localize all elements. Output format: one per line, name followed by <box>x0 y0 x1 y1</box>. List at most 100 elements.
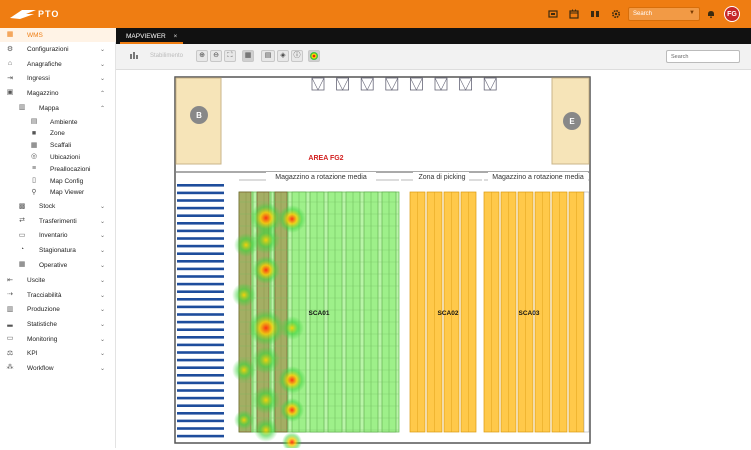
map-toolbar: Stabilimento ⊕ ⊖ ⛶ ▦ ▤ ◈ ⓘ Search <box>116 44 751 70</box>
doc-icon: ▯ <box>32 177 36 184</box>
dock-lane <box>177 427 224 430</box>
login-icon: ⇥ <box>7 74 13 82</box>
map-canvas[interactable]: B E AREA FG2 Magazzino a rotazione media… <box>116 70 751 450</box>
bell-icon[interactable] <box>706 9 716 19</box>
heat-spot <box>254 418 278 442</box>
sidebar-item-workflow[interactable]: ⁂ Workflow ⌄ <box>0 361 116 375</box>
sidebar-item-monitoring[interactable]: ▭ Monitoring ⌄ <box>0 332 116 346</box>
sidebar-item-magazzino[interactable]: ▣ Magazzino ⌃ <box>0 86 116 100</box>
heat-spot <box>278 205 306 233</box>
building-icon: ▤ <box>30 118 38 125</box>
pin-icon: ⚲ <box>31 188 37 196</box>
map-search-input[interactable]: Search <box>666 50 740 63</box>
settings-icon[interactable] <box>611 9 621 19</box>
logout-icon: ⇤ <box>7 276 13 284</box>
tag-icon: ⌂ <box>7 60 13 68</box>
sidebar-item-uscite[interactable]: ⇤ Uscite ⌄ <box>0 274 116 288</box>
dock-lane <box>177 199 224 202</box>
chevron-down-icon: ⌄ <box>100 61 106 68</box>
dock-door <box>483 77 497 91</box>
sidebar-item-configurazioni[interactable]: ⚙ Configurazioni ⌄ <box>0 43 116 57</box>
dock-door <box>385 77 399 91</box>
sidebar-item-label: Workflow <box>27 364 54 372</box>
dock-lane <box>177 206 224 210</box>
door-e-label: E <box>569 117 575 126</box>
sidebar-item-map-viewer[interactable]: ⚲ Map Viewer <box>0 186 116 200</box>
warehouse-icon: ▣ <box>6 89 14 97</box>
sidebar-item-kpi[interactable]: ⚖ KPI ⌄ <box>0 347 116 361</box>
columns-icon[interactable] <box>590 9 600 19</box>
chevron-down-icon: ⌄ <box>100 247 106 254</box>
map-icon: ▥ <box>18 104 26 111</box>
chevron-down-icon: ⌄ <box>100 351 106 358</box>
tab-mapviewer[interactable]: MAPVIEWER × <box>120 30 184 44</box>
calendar-icon[interactable] <box>569 9 579 19</box>
sidebar-item-label: Ubicazioni <box>50 153 80 161</box>
heat-spot <box>280 398 304 422</box>
dock-lane <box>177 184 224 187</box>
chevron-down-icon: ⌄ <box>100 336 106 343</box>
grid-view-icon[interactable]: ▦ <box>242 50 254 62</box>
sidebar-item-label: Map Viewer <box>50 189 85 197</box>
global-search-input[interactable]: Search ▼ <box>628 7 700 21</box>
sidebar-item-label: Produzione <box>27 306 60 314</box>
sidebar-item-tracciabilit-[interactable]: ⇢ Tracciabilità ⌄ <box>0 288 116 302</box>
edge-column <box>583 191 590 433</box>
aisle-sca03-label: SCA03 <box>519 310 540 317</box>
sidebar-item-label: Map Config <box>50 177 84 185</box>
chevron-up-icon: ⌃ <box>100 90 106 97</box>
zone-3-label: Magazzino a rotazione media <box>492 174 584 181</box>
workflow-icon: ⁂ <box>6 364 14 372</box>
warehouse-map[interactable]: B E AREA FG2 Magazzino a rotazione media… <box>116 70 751 450</box>
chevron-down-icon: ⌄ <box>100 47 106 54</box>
zoom-in-icon[interactable]: ⊕ <box>196 50 208 62</box>
fit-screen-icon[interactable]: ⛶ <box>224 50 236 62</box>
sidebar-item-wms[interactable]: ▦ WMS <box>0 28 116 42</box>
square-icon: ■ <box>31 129 37 137</box>
stabilimento-filter[interactable]: Stabilimento <box>150 53 183 59</box>
list-icon: ≡ <box>31 165 37 173</box>
dock-lane <box>177 214 224 217</box>
zone-2-label: Zona di picking <box>418 174 465 181</box>
sidebar-item-stagionatura[interactable]: ◔ Stagionatura ⌄ <box>0 243 116 257</box>
sidebar-item-inventario[interactable]: ▭ Inventario ⌄ <box>0 229 116 243</box>
sidebar-item-label: Magazzino <box>27 89 59 97</box>
sidebar-item-mappa[interactable]: ▥ Mappa ⌃ <box>0 101 116 115</box>
sidebar-item-label: Scaffali <box>50 142 72 150</box>
shelf-icon: ▦ <box>30 141 38 149</box>
dock-lane <box>177 358 224 362</box>
sidebar-item-anagrafiche[interactable]: ⌂ Anagrafiche ⌄ <box>0 57 116 71</box>
monitor-icon[interactable] <box>548 9 558 19</box>
sidebar-item-label: Operative <box>39 261 68 269</box>
sidebar-item-produzione[interactable]: ▥ Produzione ⌄ <box>0 303 116 317</box>
app-logo[interactable]: PTO <box>10 6 59 22</box>
dock-lane <box>177 267 224 271</box>
logo-text: PTO <box>38 9 60 19</box>
chevron-down-icon: ⌄ <box>100 233 106 240</box>
layers-dropdown-icon[interactable]: ▤ <box>261 50 275 62</box>
sidebar-item-trasferimenti[interactable]: ⇄ Trasferimenti ⌄ <box>0 214 116 228</box>
sidebar-item-stock[interactable]: ▩ Stock ⌄ <box>0 200 116 214</box>
warehouse-icon[interactable] <box>128 50 140 62</box>
tab-bar: MAPVIEWER × <box>116 28 751 44</box>
sidebar-item-ingressi[interactable]: ⇥ Ingressi ⌄ <box>0 72 116 86</box>
clipboard-icon: ▭ <box>18 231 26 239</box>
sidebar-item-operative[interactable]: ▦ Operative ⌄ <box>0 258 116 272</box>
dock-lane <box>177 336 224 339</box>
chevron-down-icon: ⌄ <box>100 365 106 372</box>
sidebar-item-label: KPI <box>27 350 38 358</box>
sidebar-item-statistiche[interactable]: ▂ Statistiche ⌄ <box>0 317 116 331</box>
dock-lane <box>177 305 224 309</box>
info-icon[interactable]: ⓘ <box>291 50 303 62</box>
tab-label: MAPVIEWER <box>126 33 166 40</box>
dock-lane <box>177 389 224 392</box>
heatmap-toggle-icon[interactable] <box>308 50 320 62</box>
user-avatar[interactable]: FG <box>724 6 740 22</box>
cube-icon[interactable]: ◈ <box>277 50 289 62</box>
dock-lane <box>177 298 224 301</box>
dock-lane <box>177 237 224 240</box>
close-icon[interactable]: × <box>174 33 178 40</box>
dock-door <box>311 77 325 91</box>
zoom-out-icon[interactable]: ⊖ <box>210 50 222 62</box>
heat-spot <box>280 316 304 340</box>
